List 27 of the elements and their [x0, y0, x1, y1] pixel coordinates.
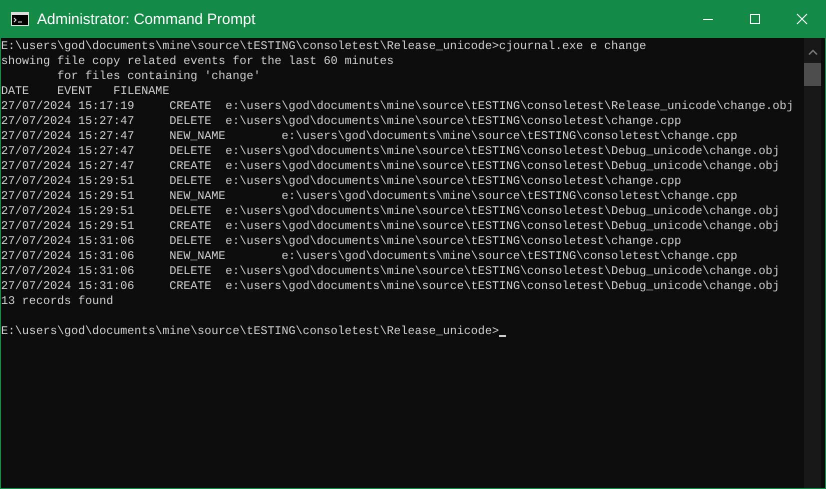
console-line: 27/07/2024 15:29:51 CREATE e:\users\god\documents\mine\source\tESTING\consoletest\Debug_unicode\change.obj — [1, 219, 780, 234]
command-prompt: E:\users\god\documents\mine\source\tESTING\consoletest\Release_unicode> — [1, 324, 499, 339]
console-line: 27/07/2024 15:29:51 DELETE e:\users\god\documents\mine\source\tESTING\consoletest\Debug_unicode\change.obj — [1, 204, 780, 219]
console-line: 27/07/2024 15:29:51 NEW_NAME e:\users\god\documents\mine\source\tESTING\consoletest\change.cpp — [1, 189, 738, 204]
console-line: 27/07/2024 15:31:06 DELETE e:\users\god\documents\mine\source\tESTING\consoletest\Debug_unicode\change.obj — [1, 264, 780, 279]
console-line: 27/07/2024 15:17:19 CREATE e:\users\god\documents\mine\source\tESTING\consoletest\Release_unicode\change.obj — [1, 99, 794, 114]
console-line: 27/07/2024 15:27:47 DELETE e:\users\god\documents\mine\source\tESTING\consoletest\Debug_unicode\change.obj — [1, 144, 780, 159]
console-line: 13 records found — [1, 294, 114, 309]
console-line: 27/07/2024 15:27:47 DELETE e:\users\god\documents\mine\source\tESTING\consoletest\change.cpp — [1, 114, 682, 129]
console-line: showing file copy related events for the last 60 minutes — [1, 54, 394, 69]
text-cursor — [498, 335, 506, 337]
console-line: E:\users\god\documents\mine\source\tESTING\consoletest\Release_unicode>cjournal.exe e change — [1, 39, 646, 54]
console-line: for files containing 'change' — [56, 69, 261, 84]
console-line: 27/07/2024 15:31:06 NEW_NAME e:\users\god\documents\mine\source\tESTING\consoletest\change.cpp — [1, 249, 738, 264]
console-line: 27/07/2024 15:31:06 DELETE e:\users\god\documents\mine\source\tESTING\consoletest\change.cpp — [1, 234, 682, 249]
console-line: DATE EVENT FILENAME — [1, 84, 170, 99]
close-icon — [796, 13, 808, 25]
console-line: 27/07/2024 15:29:51 DELETE e:\users\god\documents\mine\source\tESTING\consoletest\change.cpp — [1, 174, 682, 189]
console-icon — [11, 12, 29, 26]
console-line: 27/07/2024 15:31:06 CREATE e:\users\god\documents\mine\source\tESTING\consoletest\Debug_unicode\change.obj — [1, 279, 780, 294]
window-title: Administrator: Command Prompt — [37, 10, 256, 28]
scrollbar[interactable] — [804, 38, 821, 488]
console-line: 27/07/2024 15:27:47 NEW_NAME e:\users\god\documents\mine\source\tESTING\consoletest\change.cpp — [1, 129, 738, 144]
console-line: 27/07/2024 15:27:47 CREATE e:\users\god\documents\mine\source\tESTING\consoletest\Debug_unicode\change.obj — [1, 159, 780, 174]
scrollbar-thumb[interactable] — [804, 63, 821, 86]
scroll-up-icon[interactable] — [808, 49, 818, 55]
maximize-icon — [749, 13, 761, 25]
